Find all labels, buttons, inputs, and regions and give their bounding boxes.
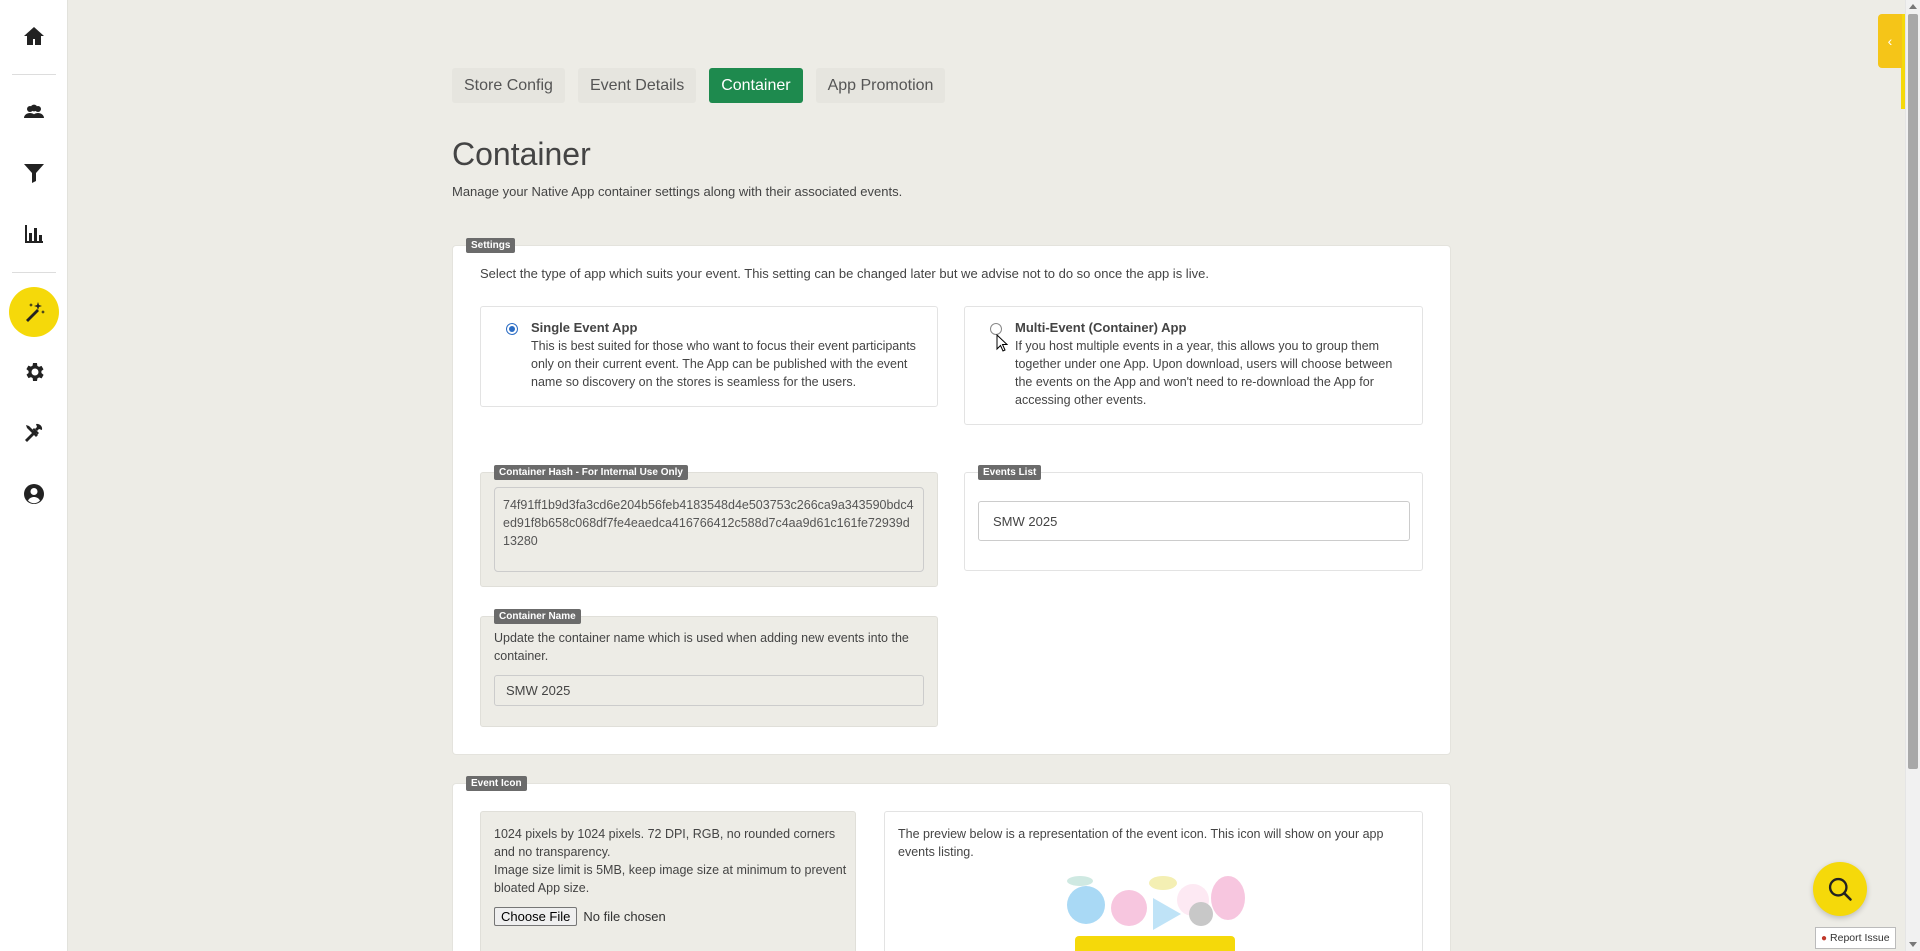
chevron-left-icon[interactable]: ‹ — [1878, 14, 1902, 68]
user-circle-icon[interactable] — [14, 474, 54, 514]
single-event-option[interactable]: Single Event App This is best suited for… — [480, 306, 938, 407]
nav-divider — [12, 272, 56, 273]
mouse-cursor-icon — [996, 334, 1008, 352]
bug-icon: ● — [1821, 932, 1828, 944]
settings-legend: Settings — [466, 238, 516, 253]
report-issue-button[interactable]: ● Report Issue — [1815, 927, 1896, 949]
tools-icon[interactable] — [14, 413, 54, 453]
left-sidebar — [0, 0, 68, 951]
icon-preview-text: The preview below is a representation of… — [898, 827, 1384, 859]
bar-chart-icon[interactable] — [14, 214, 54, 254]
tab-container[interactable]: Container — [709, 68, 803, 103]
page-title: Container — [452, 136, 591, 172]
single-event-radio[interactable] — [506, 323, 518, 335]
scroll-up-arrow[interactable] — [1909, 4, 1917, 9]
container-hash-legend: Container Hash - For Internal Use Only — [494, 465, 688, 480]
container-hash-field[interactable]: 74f91ff1b9d3fa3cd6e204b56feb4183548d4e50… — [494, 487, 924, 572]
users-icon[interactable] — [14, 92, 54, 132]
nav-divider — [12, 74, 56, 75]
events-list-field[interactable]: SMW 2025 — [978, 501, 1410, 541]
page-subtitle: Manage your Native App container setting… — [452, 184, 903, 199]
container-name-legend: Container Name — [494, 609, 581, 624]
choose-file-button[interactable]: Choose File — [494, 907, 578, 926]
no-file-label: No file chosen — [583, 909, 666, 924]
search-icon — [1828, 877, 1852, 901]
event-icon-legend: Event Icon — [466, 776, 527, 791]
multi-event-text: If you host multiple events in a year, t… — [1015, 339, 1393, 407]
chat-search-button[interactable] — [1813, 862, 1867, 916]
icon-preview-box: The preview below is a representation of… — [884, 811, 1423, 951]
home-icon[interactable] — [14, 16, 54, 56]
report-issue-label: Report Issue — [1830, 932, 1890, 944]
tab-app-promotion[interactable]: App Promotion — [815, 68, 946, 103]
icon-requirements: 1024 pixels by 1024 pixels. 72 DPI, RGB,… — [494, 827, 836, 859]
page-scrollbar[interactable] — [1905, 0, 1920, 951]
scrollbar-thumb[interactable] — [1908, 14, 1918, 769]
multi-event-option[interactable]: Multi-Event (Container) App If you host … — [964, 306, 1423, 425]
events-list-box: Events List SMW 2025 — [964, 465, 1423, 571]
icon-upload-box: 1024 pixels by 1024 pixels. 72 DPI, RGB,… — [480, 811, 856, 951]
file-picker: Choose File No file chosen — [494, 907, 666, 926]
events-list-legend: Events List — [978, 465, 1042, 480]
container-hash-box: Container Hash - For Internal Use Only 7… — [480, 465, 938, 587]
container-name-box: Container Name Update the container name… — [480, 609, 938, 727]
multi-event-title: Multi-Event (Container) App — [1015, 320, 1187, 335]
container-name-input[interactable]: SMW 2025 — [494, 675, 924, 706]
scroll-down-arrow[interactable] — [1909, 942, 1917, 947]
gear-icon[interactable] — [14, 352, 54, 392]
event-icon-panel: Event Icon 1024 pixels by 1024 pixels. 7… — [452, 776, 1451, 951]
container-name-help: Update the container name which is used … — [494, 631, 909, 663]
magic-wand-icon[interactable] — [9, 287, 59, 337]
tab-store-config[interactable]: Store Config — [452, 68, 565, 103]
settings-description: Select the type of app which suits your … — [480, 266, 1209, 281]
icon-size-limit: Image size limit is 5MB, keep image size… — [494, 863, 847, 895]
settings-panel: Settings Select the type of app which su… — [452, 238, 1451, 755]
event-icon-preview-image — [1065, 876, 1245, 951]
single-event-text: This is best suited for those who want t… — [531, 339, 916, 389]
tab-event-details[interactable]: Event Details — [577, 68, 697, 103]
filter-icon[interactable] — [14, 153, 54, 193]
single-event-title: Single Event App — [531, 320, 638, 335]
section-tabs: Store Config Event Details Container App… — [452, 68, 946, 103]
